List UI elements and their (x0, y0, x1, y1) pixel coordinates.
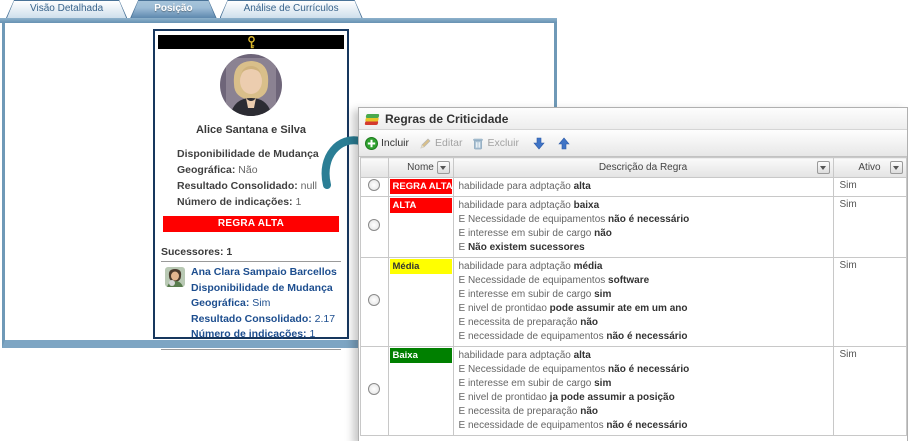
name-column-header: Nome (388, 158, 453, 178)
row-radio[interactable] (368, 179, 380, 191)
row-radio-cell (360, 197, 388, 258)
rules-table: Nome Descrição da Regra Ativo REGRA ALTA… (360, 157, 907, 436)
description-line: E Necessidade de equipamentos software (459, 274, 833, 288)
successor-fields: Disponibilidade de MudançaGeográfica: Si… (191, 281, 337, 343)
rule-name-cell: REGRA ALTA (388, 178, 453, 197)
rule-name-chip: Média (390, 259, 452, 274)
editar-button[interactable]: Editar (419, 137, 462, 150)
row-radio-cell (360, 178, 388, 197)
description-line: habilidade para adptação alta (459, 180, 833, 194)
table-row: REGRA ALTA habilidade para adptação altaS… (360, 178, 906, 197)
description-line: habilidade para adptação alta (459, 349, 833, 363)
rule-active-cell: Sim (833, 347, 906, 436)
rule-name-chip: ALTA (390, 198, 452, 213)
table-row: ALTAhabilidade para adptação baixaE Nece… (360, 197, 906, 258)
rule-active-cell: Sim (833, 197, 906, 258)
key-icon (246, 36, 257, 49)
add-icon (365, 137, 378, 150)
rule-name-cell: Média (388, 258, 453, 347)
row-radio[interactable] (368, 294, 380, 306)
radio-column-header (360, 158, 388, 178)
tab-posição[interactable]: Posição (130, 0, 216, 18)
description-line: habilidade para adptação baixa (459, 199, 833, 213)
rule-description-cell: habilidade para adptação alta (453, 178, 833, 197)
description-line: E necessidade de equipamentos não é nece… (459, 419, 833, 433)
key-banner (158, 35, 344, 49)
description-line: E necessita de preparação não (459, 316, 833, 330)
rule-active-cell: Sim (833, 258, 906, 347)
move-down-icon (533, 137, 545, 150)
successor-item[interactable]: Ana Clara Sampaio Barcellos Disponibilid… (165, 265, 343, 343)
description-line: E interesse em subir de cargo não (459, 227, 833, 241)
table-row: Médiahabilidade para adptação médiaE Nec… (360, 258, 906, 347)
rules-panel: Regras de Criticidade Incluir Editar Exclu… (358, 107, 908, 441)
edit-icon (419, 137, 432, 150)
field-line: Resultado Consolidado: 2.17 (191, 312, 337, 328)
successor-avatar (165, 267, 185, 287)
description-line: E necessita de preparação não (459, 405, 833, 419)
incluir-button[interactable]: Incluir (365, 137, 409, 150)
table-header-row: Nome Descrição da Regra Ativo (360, 158, 906, 178)
row-radio[interactable] (368, 383, 380, 395)
field-line: Número de indicações: 1 (191, 327, 337, 343)
rule-badge: REGRA ALTA (163, 216, 339, 232)
rule-name-chip: Baixa (390, 348, 452, 363)
rule-active-cell: Sim (833, 178, 906, 197)
tab-análise-de-currículos[interactable]: Análise de Currículos (220, 0, 363, 18)
table-row: Baixahabilidade para adptação altaE Nece… (360, 347, 906, 436)
description-line: E Necessidade de equipamentos não é nece… (459, 213, 833, 227)
name-filter-button[interactable] (437, 161, 450, 174)
move-up-button[interactable] (558, 137, 573, 150)
rule-name-cell: ALTA (388, 197, 453, 258)
active-filter-button[interactable] (890, 161, 903, 174)
description-line: E necessidade de equipamentos não é nece… (459, 330, 833, 344)
layers-icon (364, 112, 380, 126)
move-up-icon (558, 137, 570, 150)
rule-name-cell: Baixa (388, 347, 453, 436)
rule-description-cell: habilidade para adptação baixaE Necessid… (453, 197, 833, 258)
screen: Visão DetalhadaPosiçãoAnálise de Currícu… (0, 0, 908, 441)
rule-description-cell: habilidade para adptação médiaE Necessid… (453, 258, 833, 347)
description-line: E interesse em subir de cargo sim (459, 288, 833, 302)
tab-bar: Visão DetalhadaPosiçãoAnálise de Currícu… (6, 0, 363, 18)
description-line: E Não existem sucessores (459, 241, 833, 255)
rules-panel-title: Regras de Criticidade (385, 112, 508, 126)
successor-name[interactable]: Ana Clara Sampaio Barcellos (191, 265, 337, 281)
row-radio-cell (360, 258, 388, 347)
divider (161, 261, 341, 262)
description-line: E nivel de prontidao pode assumir ate em… (459, 302, 833, 316)
rule-description-cell: habilidade para adptação altaE Necessida… (453, 347, 833, 436)
field-line: Disponibilidade de Mudança (191, 281, 337, 297)
successors-label: Sucessores: 1 (161, 246, 347, 258)
description-filter-button[interactable] (817, 161, 830, 174)
tab-visão-detalhada[interactable]: Visão Detalhada (6, 0, 127, 18)
excluir-button[interactable]: Excluir (472, 137, 519, 150)
profile-photo (220, 54, 282, 116)
description-line: habilidade para adptação média (459, 260, 833, 274)
divider (161, 349, 341, 350)
row-radio-cell (360, 347, 388, 436)
description-line: E nivel de prontidao ja pode assumir a p… (459, 391, 833, 405)
rules-toolbar: Incluir Editar Excluir (359, 130, 907, 157)
rule-name-chip: REGRA ALTA (390, 179, 452, 194)
description-column-header: Descrição da Regra (453, 158, 833, 178)
field-line: Geográfica: Sim (191, 296, 337, 312)
description-line: E Necessidade de equipamentos não é nece… (459, 363, 833, 377)
rules-panel-header: Regras de Criticidade (359, 108, 907, 130)
active-column-header: Ativo (833, 158, 906, 178)
description-line: E interesse em subir de cargo sim (459, 377, 833, 391)
row-radio[interactable] (368, 219, 380, 231)
move-down-button[interactable] (533, 137, 548, 150)
delete-icon (472, 137, 484, 150)
